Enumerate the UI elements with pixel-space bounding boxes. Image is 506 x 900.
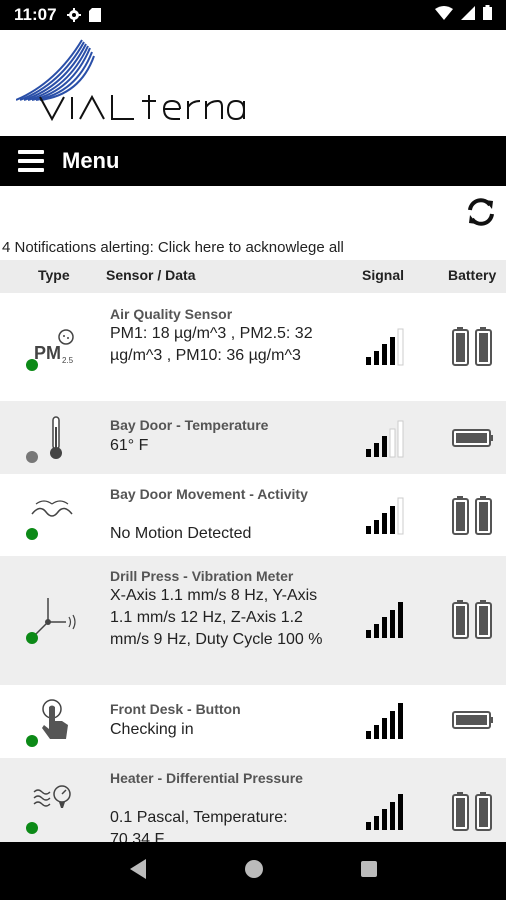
header-signal: Signal <box>362 267 405 283</box>
system-nav-bar <box>0 842 506 900</box>
back-icon[interactable] <box>128 858 148 885</box>
status-bar: 11:07 <box>0 0 506 30</box>
pressure-icon <box>22 774 80 824</box>
signal-bars-icon <box>364 790 408 832</box>
sensor-name: Air Quality Sensor <box>110 306 233 322</box>
status-dot <box>26 359 38 371</box>
status-time: 11:07 <box>14 5 57 24</box>
table-row[interactable]: Bay Door Movement - Activity No Motion D… <box>0 474 506 556</box>
header-type: Type <box>38 267 70 283</box>
sd-card-icon <box>88 8 101 22</box>
sensor-name: Bay Door - Temperature <box>110 417 269 433</box>
signal-bars-icon <box>364 699 408 741</box>
menu-label[interactable]: Menu <box>62 148 119 174</box>
status-dot <box>26 451 38 463</box>
logo-text <box>38 92 248 132</box>
sensor-value: Checking in <box>110 721 194 738</box>
recents-icon[interactable] <box>360 860 378 883</box>
sensor-value: X-Axis 1.1 mm/s 8 Hz, Y-Axis 1.1 mm/s 12… <box>110 587 323 648</box>
logo-wordmark <box>39 94 245 122</box>
menu-bar[interactable]: Menu <box>0 136 506 186</box>
battery-double-icon <box>452 325 494 367</box>
header-battery: Battery <box>448 267 497 283</box>
sensor-name: Drill Press - Vibration Meter <box>110 568 294 584</box>
table-row[interactable]: Heater - Differential Pressure 0.1 Pasca… <box>0 758 506 842</box>
sensor-value: 61° F <box>110 437 149 454</box>
status-dot <box>26 735 38 747</box>
signal-bars-icon <box>364 325 408 367</box>
battery-single-icon <box>452 417 494 459</box>
status-dot <box>26 528 38 540</box>
sensor-value: 0.1 Pascal, Temperature: 70.34 F <box>110 809 288 842</box>
sensor-name: Bay Door Movement - Activity <box>110 486 308 502</box>
svg-text:PM: PM <box>34 343 61 363</box>
table-row[interactable]: Drill Press - Vibration Meter X-Axis 1.1… <box>0 556 506 685</box>
sensor-name: Heater - Differential Pressure <box>110 770 303 786</box>
home-icon[interactable] <box>244 859 264 884</box>
battery-single-icon <box>452 699 494 741</box>
table-header: Type Sensor / Data Signal Battery <box>0 260 506 293</box>
logo-area <box>0 30 506 136</box>
table-row[interactable]: Front Desk - Button Checking in <box>0 685 506 758</box>
battery-icon <box>483 5 492 25</box>
signal-bars-icon <box>364 598 408 640</box>
sensor-value: No Motion Detected <box>110 525 252 542</box>
status-dot <box>26 822 38 834</box>
sensor-value: PM1: 18 µg/m^3 , PM2.5: 32 µg/m^3 , PM10… <box>110 325 313 364</box>
cell-signal-icon <box>461 5 475 25</box>
table-row[interactable]: PM 2.5 Air Quality Sensor PM1: 18 µg/m^3… <box>0 293 506 401</box>
status-dot <box>26 632 38 644</box>
table-row[interactable]: Bay Door - Temperature 61° F <box>0 401 506 474</box>
notification-acknowledge-link[interactable]: 4 Notifications alerting: Click here to … <box>2 239 344 256</box>
hamburger-menu-icon[interactable] <box>18 150 44 172</box>
wifi-icon <box>435 5 453 25</box>
refresh-icon[interactable] <box>466 197 498 227</box>
gear-icon <box>66 8 81 22</box>
header-sensor: Sensor / Data <box>106 267 196 283</box>
battery-double-icon <box>452 494 494 536</box>
signal-bars-icon <box>364 494 408 536</box>
battery-double-icon <box>452 790 494 832</box>
signal-bars-icon <box>364 417 408 459</box>
svg-text:2.5: 2.5 <box>62 356 74 365</box>
sensor-name: Front Desk - Button <box>110 701 241 717</box>
battery-double-icon <box>452 598 494 640</box>
